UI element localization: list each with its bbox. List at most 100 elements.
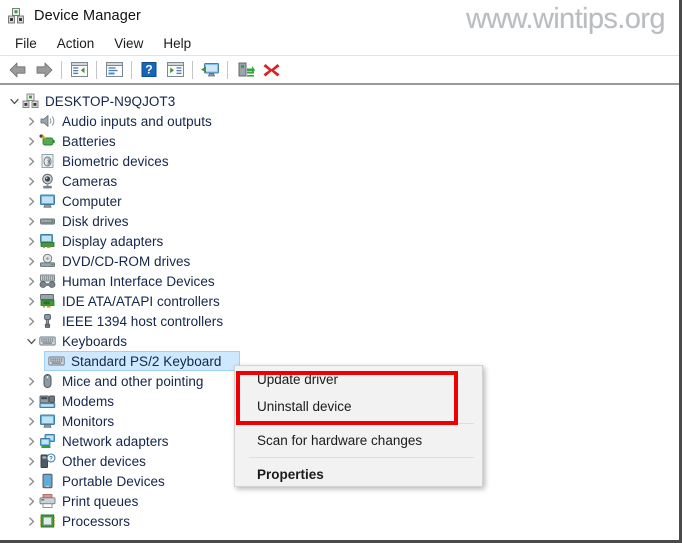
chevron-right-icon[interactable]	[23, 173, 39, 189]
mouse-icon	[43, 374, 52, 388]
menu-file[interactable]: File	[6, 34, 46, 53]
disk-drive-icon	[40, 218, 55, 225]
keyboard-icon	[39, 336, 56, 346]
context-menu-item-uninstall-device[interactable]: Uninstall device	[235, 393, 482, 420]
monitor-icon	[40, 194, 55, 208]
console-tree-icon	[70, 62, 88, 77]
chevron-right-icon[interactable]	[23, 213, 39, 229]
tree-item-display-adapters[interactable]: Display adapters	[0, 231, 676, 251]
menu-bar: File Action View Help	[0, 31, 679, 56]
tree-item-ieee1394[interactable]: IEEE 1394 host controllers	[0, 311, 676, 331]
toolbar-separator	[192, 60, 193, 79]
chevron-right-icon[interactable]	[23, 233, 39, 249]
monitor-icon	[40, 414, 55, 428]
tree-item-batteries[interactable]: Batteries	[0, 131, 676, 151]
chevron-down-icon[interactable]	[6, 93, 22, 109]
unknown-device-icon: ?	[40, 453, 56, 468]
chevron-right-icon[interactable]	[23, 513, 39, 529]
battery-icon	[39, 134, 55, 146]
speaker-icon	[40, 115, 55, 127]
menu-view[interactable]: View	[105, 34, 152, 53]
tree-item-label: Biometric devices	[62, 153, 169, 169]
toolbar: ?	[0, 56, 679, 85]
device-manager-window: Device Manager www.wintips.org File Acti…	[0, 0, 682, 543]
chevron-right-icon[interactable]	[23, 273, 39, 289]
tree-item-disk-drives[interactable]: Disk drives	[0, 211, 676, 231]
update-driver-button[interactable]	[232, 58, 258, 82]
tree-item-label: Standard PS/2 Keyboard	[71, 353, 222, 369]
show-hide-console-tree-button[interactable]	[66, 58, 92, 82]
tree-item-label: Portable Devices	[62, 473, 165, 489]
uninstall-device-button[interactable]	[258, 58, 284, 82]
processor-icon	[40, 514, 55, 528]
chevron-down-icon[interactable]	[23, 333, 39, 349]
toolbar-separator	[131, 60, 132, 79]
fingerprint-icon	[41, 154, 54, 168]
printer-icon	[39, 494, 56, 508]
chevron-right-icon[interactable]	[23, 473, 39, 489]
tree-item-label: Batteries	[62, 133, 116, 149]
menu-action[interactable]: Action	[48, 34, 104, 53]
portable-device-icon	[42, 473, 53, 489]
chevron-right-icon[interactable]	[23, 453, 39, 469]
context-menu-item-properties[interactable]: Properties	[235, 461, 482, 488]
tree-item-print-queues[interactable]: Print queues	[0, 491, 676, 511]
chevron-right-icon[interactable]	[23, 293, 39, 309]
tree-item-biometric[interactable]: Biometric devices	[0, 151, 676, 171]
tree-item-keyboards[interactable]: Keyboards	[0, 331, 676, 351]
keyboard-icon	[48, 356, 65, 366]
tree-item-label: Monitors	[62, 413, 115, 429]
tree-item-computer[interactable]: Computer	[0, 191, 676, 211]
help-question-icon: ?	[141, 62, 157, 77]
help-button[interactable]: ?	[136, 58, 162, 82]
context-menu[interactable]: Update driver Uninstall device Scan for …	[234, 365, 483, 487]
context-menu-separator	[249, 457, 474, 458]
chevron-right-icon[interactable]	[23, 393, 39, 409]
tree-item-label: IEEE 1394 host controllers	[62, 313, 224, 329]
properties-window-icon	[105, 62, 123, 77]
chevron-right-icon[interactable]	[23, 433, 39, 449]
chevron-right-icon[interactable]	[23, 493, 39, 509]
chevron-right-icon[interactable]	[23, 133, 39, 149]
tree-item-label: Display adapters	[62, 233, 164, 249]
tree-item-label: IDE ATA/ATAPI controllers	[62, 293, 220, 309]
tree-item-audio[interactable]: Audio inputs and outputs	[0, 111, 676, 131]
tree-item-processors[interactable]: Processors	[0, 511, 676, 531]
modem-icon	[39, 395, 56, 408]
tree-item-label: DVD/CD-ROM drives	[62, 253, 191, 269]
tree-item-dvd-drives[interactable]: DVD/CD-ROM drives	[0, 251, 676, 271]
toolbar-separator	[227, 60, 228, 79]
dvd-drive-icon	[40, 253, 55, 267]
toolbar-separator	[96, 60, 97, 79]
update-driver-icon	[238, 62, 255, 77]
tree-item-ide-controllers[interactable]: IDE ATA/ATAPI controllers	[0, 291, 676, 311]
chevron-right-icon[interactable]	[23, 153, 39, 169]
scan-for-hardware-changes-button[interactable]	[197, 58, 223, 82]
tree-item-label: Keyboards	[62, 333, 127, 349]
window-title: Device Manager	[34, 7, 141, 24]
tree-item-label: Audio inputs and outputs	[62, 113, 212, 129]
chevron-right-icon[interactable]	[23, 193, 39, 209]
tree-item-hid[interactable]: Human Interface Devices	[0, 271, 676, 291]
properties-button[interactable]	[101, 58, 127, 82]
tree-item-desktop[interactable]: DESKTOP-N9QJOT3	[0, 91, 676, 111]
menu-help[interactable]: Help	[154, 34, 200, 53]
chevron-right-icon[interactable]	[23, 413, 39, 429]
context-menu-item-scan-for-hardware-changes[interactable]: Scan for hardware changes	[235, 427, 482, 454]
tree-item-label: Cameras	[62, 173, 118, 189]
back-button[interactable]	[5, 58, 31, 82]
tree-item-cameras[interactable]: Cameras	[0, 171, 676, 191]
chevron-right-icon[interactable]	[23, 253, 39, 269]
chevron-right-icon[interactable]	[23, 373, 39, 389]
ide-controller-icon	[40, 294, 55, 308]
tree-item-label: Human Interface Devices	[62, 273, 215, 289]
forward-button[interactable]	[31, 58, 57, 82]
chevron-right-icon[interactable]	[23, 113, 39, 129]
action-pane-icon	[166, 62, 184, 77]
show-hide-action-pane-button[interactable]	[162, 58, 188, 82]
context-menu-item-update-driver[interactable]: Update driver	[235, 366, 482, 393]
tree-item-label: Other devices	[62, 453, 146, 469]
tree-item-label: DESKTOP-N9QJOT3	[45, 93, 176, 109]
chevron-right-icon[interactable]	[23, 313, 39, 329]
firewire-plug-icon	[44, 314, 51, 328]
